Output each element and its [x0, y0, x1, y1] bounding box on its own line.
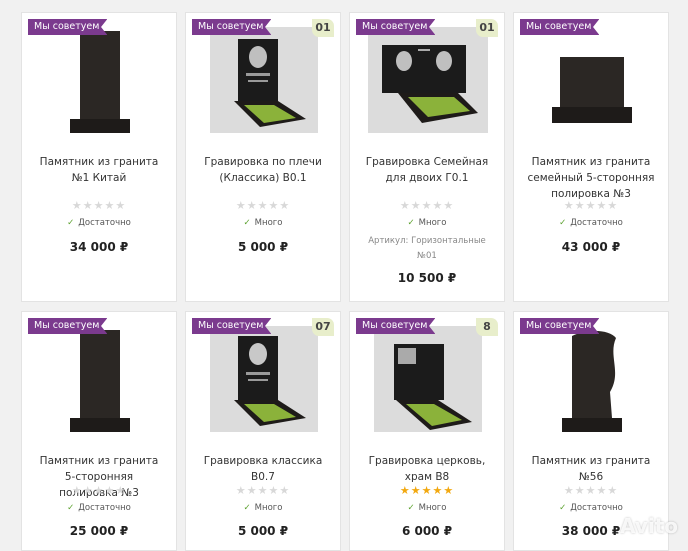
product-card[interactable]: Мы советуем 8 Гравировка церковь, храм В… — [349, 311, 505, 551]
check-icon: ✓ — [67, 218, 75, 228]
rating-stars: ★★★★★ — [399, 484, 455, 497]
rating-stars: ★★★★★ — [71, 199, 127, 212]
design-number: 01 — [476, 19, 498, 37]
stock-status: ✓ Много — [243, 218, 283, 228]
recommend-badge: Мы советуем — [192, 318, 272, 334]
product-card[interactable]: Мы советуем 01 Гравировка по плечи (Клас… — [185, 12, 341, 302]
check-icon: ✓ — [243, 503, 251, 513]
price: 34 000 ₽ — [69, 240, 129, 254]
product-title[interactable]: Гравировка по плечи (Классика) В0.1 — [186, 154, 340, 186]
price: 5 000 ₽ — [237, 524, 289, 538]
rating-stars: ★★★★★ — [563, 484, 619, 497]
stock-status: ✓ Достаточно — [67, 218, 131, 228]
recommend-badge: Мы советуем — [192, 19, 272, 35]
recommend-badge: Мы советуем — [520, 318, 600, 334]
rating-stars: ★★★★★ — [563, 199, 619, 212]
design-number: 07 — [312, 318, 334, 336]
recommend-badge: Мы советуем — [28, 318, 108, 334]
check-icon: ✓ — [407, 503, 415, 513]
design-number: 01 — [312, 19, 334, 37]
product-image[interactable] — [46, 326, 154, 432]
product-card[interactable]: Мы советуем Памятник из гранита №1 Китай… — [21, 12, 177, 302]
product-title[interactable]: Памятник из гранита №56 — [514, 453, 668, 485]
product-image[interactable] — [538, 326, 646, 432]
product-image[interactable] — [538, 27, 646, 133]
rating-stars: ★★★★★ — [71, 484, 127, 497]
rating-stars: ★★★★★ — [399, 199, 455, 212]
check-icon: ✓ — [243, 218, 251, 228]
article-number: Артикул: Горизонтальные №01 — [368, 236, 486, 261]
check-icon: ✓ — [559, 503, 567, 513]
rating-stars: ★★★★★ — [235, 484, 291, 497]
stock-status: ✓ Достаточно — [559, 218, 623, 228]
product-title[interactable]: Гравировка церковь, храм В8 — [350, 453, 504, 485]
check-icon: ✓ — [67, 503, 75, 513]
product-title[interactable]: Памятник из гранита семейный 5-сторонняя… — [514, 154, 668, 202]
product-image[interactable] — [210, 27, 318, 133]
product-card[interactable]: Мы советуем Памятник из гранита 5-сторон… — [21, 311, 177, 551]
price: 6 000 ₽ — [401, 524, 453, 538]
stock-status: ✓ Много — [407, 503, 447, 513]
product-card[interactable]: Мы советуем 07 Гравировка классика В0.7 … — [185, 311, 341, 551]
product-image[interactable] — [46, 27, 154, 133]
product-title[interactable]: Гравировка классика В0.7 — [186, 453, 340, 485]
design-number: 8 — [476, 318, 498, 336]
price: 25 000 ₽ — [69, 524, 129, 538]
avito-watermark: Avito — [620, 514, 678, 538]
stock-status: ✓ Достаточно — [67, 503, 131, 513]
product-image[interactable] — [368, 27, 488, 133]
product-title[interactable]: Памятник из гранита №1 Китай — [22, 154, 176, 186]
stock-status: ✓ Много — [243, 503, 283, 513]
recommend-badge: Мы советуем — [520, 19, 600, 35]
product-image[interactable] — [210, 326, 318, 432]
product-card[interactable]: Мы советуем Памятник из гранита семейный… — [513, 12, 669, 302]
recommend-badge: Мы советуем — [356, 19, 436, 35]
stock-status: ✓ Много — [407, 218, 447, 228]
product-title[interactable]: Гравировка Семейная для двоих Г0.1 — [350, 154, 504, 186]
check-icon: ✓ — [559, 218, 567, 228]
recommend-badge: Мы советуем — [28, 19, 108, 35]
stock-status: ✓ Достаточно — [559, 503, 623, 513]
rating-stars: ★★★★★ — [235, 199, 291, 212]
price: 5 000 ₽ — [237, 240, 289, 254]
price: 10 500 ₽ — [397, 271, 457, 285]
check-icon: ✓ — [407, 218, 415, 228]
price: 43 000 ₽ — [561, 240, 621, 254]
recommend-badge: Мы советуем — [356, 318, 436, 334]
product-card[interactable]: Мы советуем 01 Гравировка Семейная для д… — [349, 12, 505, 302]
product-image[interactable] — [374, 326, 482, 432]
